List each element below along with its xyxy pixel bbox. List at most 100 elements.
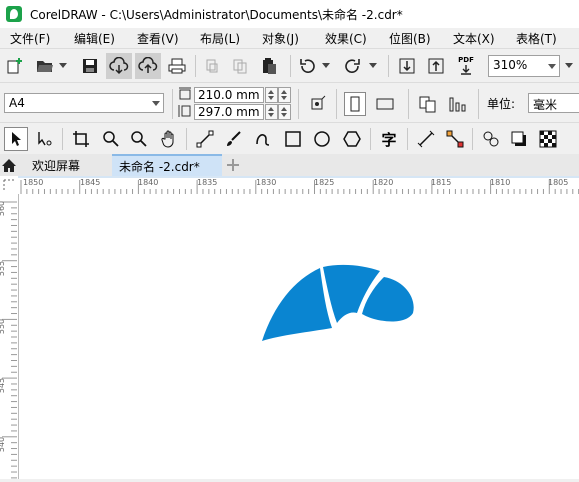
home-button[interactable] — [0, 154, 18, 176]
croissant-left-segment[interactable] — [262, 268, 332, 341]
undo-icon — [300, 59, 315, 73]
cloud-share-button[interactable] — [135, 53, 161, 79]
page-height-spinner[interactable] — [265, 104, 278, 120]
menu-file[interactable]: 文件(F) — [10, 30, 50, 47]
units-value: 毫米 — [533, 98, 558, 112]
paste-button[interactable] — [259, 56, 281, 76]
shape-tool-button[interactable] — [34, 128, 56, 150]
copy-button[interactable] — [230, 56, 250, 76]
toolbar-options-button[interactable] — [563, 61, 575, 71]
redo-dropdown-button[interactable] — [368, 61, 378, 71]
connector-tool-button[interactable] — [444, 128, 466, 150]
line-tool-icon — [196, 130, 214, 148]
chevron-down-icon[interactable] — [152, 101, 160, 106]
add-tab-button[interactable] — [224, 156, 242, 174]
cut-button[interactable] — [202, 56, 222, 76]
landscape-icon — [376, 98, 394, 110]
landscape-button[interactable] — [372, 94, 398, 114]
standard-toolbar: PDF 310% — [0, 48, 579, 83]
menu-view[interactable]: 查看(V) — [137, 30, 179, 47]
page-height-value: 297.0 mm — [198, 105, 260, 119]
pan-tool-button[interactable] — [158, 128, 180, 150]
menu-effects[interactable]: 效果(C) — [325, 30, 367, 47]
chevron-down-icon — [322, 63, 330, 68]
hand-icon — [161, 130, 174, 148]
brush-icon — [227, 131, 241, 146]
menu-text[interactable]: 文本(X) — [453, 30, 495, 47]
menu-edit[interactable]: 编辑(E) — [74, 30, 115, 47]
units-combo[interactable]: 毫米 — [528, 93, 579, 113]
pick-tool-button[interactable] — [4, 127, 28, 151]
publish-pdf-button[interactable]: PDF — [453, 54, 479, 78]
vertical-ruler[interactable]: 560 555 550 545 540 — [0, 194, 19, 479]
all-pages-layout-button[interactable] — [416, 93, 440, 115]
tab-document[interactable]: 未命名 -2.cdr* — [112, 154, 222, 176]
parallel-dimension-tool-button[interactable] — [415, 128, 437, 150]
crop-tool-button[interactable] — [70, 128, 92, 150]
transparency-tool-button[interactable] — [537, 128, 559, 150]
cloud-upload-button[interactable] — [106, 53, 132, 79]
current-page-layout-button[interactable] — [446, 93, 470, 115]
menu-table[interactable]: 表格(T) — [516, 30, 557, 47]
rectangle-tool-button[interactable] — [282, 128, 304, 150]
zoom-level-combo[interactable]: 310% — [488, 55, 560, 77]
open-dropdown-button[interactable] — [58, 61, 68, 71]
smart-draw-tool-button[interactable] — [252, 128, 274, 150]
ruler-origin[interactable] — [0, 176, 19, 195]
page-size-combo[interactable]: A4 — [4, 93, 164, 113]
page-width-icon — [178, 87, 192, 101]
artistic-media-tool-button[interactable] — [222, 128, 244, 150]
new-document-button[interactable] — [4, 56, 26, 76]
page-width-spinner-alt[interactable] — [278, 87, 291, 103]
connector-icon — [446, 130, 464, 148]
toolbar-separator — [62, 128, 63, 150]
redo-button[interactable] — [342, 56, 364, 76]
ruler-label: 1810 — [490, 178, 511, 187]
export-button[interactable] — [425, 55, 447, 77]
text-tool-button[interactable]: 字 — [378, 128, 400, 150]
property-bar: A4 210.0 mm 297.0 mm 单位: 毫米 — [0, 82, 579, 123]
croissant-shape[interactable] — [19, 195, 579, 479]
save-button[interactable] — [80, 56, 100, 76]
menu-layout[interactable]: 布局(L) — [200, 30, 240, 47]
page-width-input[interactable]: 210.0 mm — [194, 87, 264, 103]
undo-dropdown-button[interactable] — [321, 61, 331, 71]
ellipse-tool-button[interactable] — [311, 128, 333, 150]
freehand-tool-button[interactable] — [194, 128, 216, 150]
rectangle-icon — [285, 131, 301, 147]
blend-tool-button[interactable] — [480, 128, 502, 150]
polygon-tool-button[interactable] — [341, 128, 363, 150]
crop-icon — [73, 131, 89, 147]
import-button[interactable] — [396, 55, 418, 77]
ruler-label: 1820 — [373, 178, 394, 187]
blend-icon — [483, 131, 499, 147]
transform-icon — [311, 95, 326, 110]
menu-bitmaps[interactable]: 位图(B) — [389, 30, 431, 47]
document-tab-bar: 欢迎屏幕 未命名 -2.cdr* — [0, 154, 579, 176]
new-document-icon — [7, 58, 22, 74]
zoom-out-tool-button[interactable] — [128, 128, 150, 150]
zoom-level-value: 310% — [493, 58, 528, 72]
all-pages-button[interactable] — [306, 93, 328, 115]
page-width-spinner[interactable] — [265, 87, 278, 103]
ruler-label: 1830 — [256, 178, 277, 187]
chevron-down-icon[interactable] — [548, 64, 556, 69]
ruler-label: 1840 — [138, 178, 159, 187]
printer-icon — [168, 58, 186, 74]
portrait-button[interactable] — [344, 92, 366, 116]
drop-shadow-tool-button[interactable] — [508, 128, 530, 150]
zoom-tool-button[interactable] — [100, 128, 122, 150]
open-button[interactable] — [34, 56, 56, 76]
folder-icon — [37, 61, 53, 72]
horizontal-ruler[interactable]: 1850 1845 1840 1835 1830 1825 1820 1815 … — [18, 176, 579, 197]
menu-object[interactable]: 对象(J) — [262, 30, 299, 47]
undo-button[interactable] — [296, 56, 318, 76]
page-size-value: A4 — [9, 96, 25, 110]
toolbox: 字 — [0, 122, 579, 155]
drawing-canvas[interactable] — [19, 195, 579, 479]
print-button[interactable] — [166, 56, 188, 76]
page-height-input[interactable]: 297.0 mm — [194, 104, 264, 120]
tab-welcome-screen[interactable]: 欢迎屏幕 — [18, 154, 110, 176]
chevron-down-icon — [565, 63, 573, 68]
page-height-spinner-alt[interactable] — [278, 104, 291, 120]
